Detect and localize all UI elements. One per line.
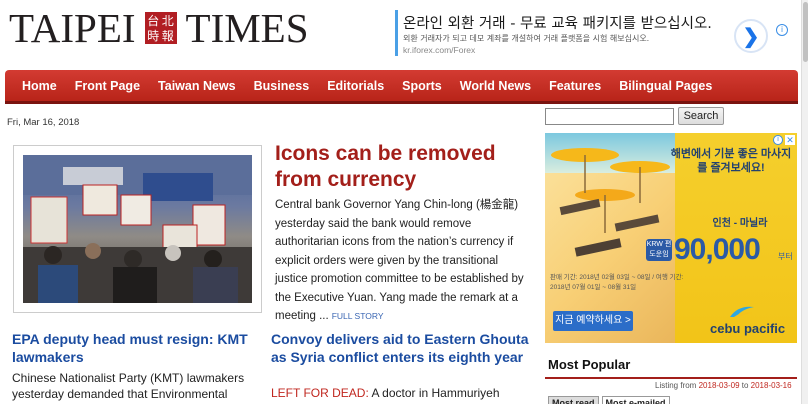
logo-seal-char: 時: [147, 29, 160, 43]
nav-item-business[interactable]: Business: [245, 79, 319, 93]
story-summary-text: A doctor in Hammuriyeh: [368, 386, 500, 400]
lead-photo[interactable]: [13, 145, 262, 313]
nav-item-bilingual-pages[interactable]: Bilingual Pages: [610, 79, 721, 93]
nav-divider: [5, 101, 798, 104]
logo-seal-char: 報: [161, 29, 174, 43]
listing-prefix: Listing from: [655, 381, 697, 390]
edition-date: Fri, Mar 16, 2018: [7, 117, 80, 128]
logo-seal: 台 北 時 報: [144, 12, 177, 44]
ad-title[interactable]: 온라인 외환 거래 - 무료 교육 패키지를 받으십시오.: [403, 12, 712, 33]
lead-headline[interactable]: Icons can be removed from currency: [275, 141, 535, 193]
nav-item-taiwan-news[interactable]: Taiwan News: [149, 79, 245, 93]
story-summary-syria: LEFT FOR DEAD: A doctor in Hammuriyeh: [271, 385, 531, 401]
logo-left-word: TAIPEI: [9, 5, 136, 51]
ad-accent-bar: [395, 10, 398, 56]
nav-item-home[interactable]: Home: [5, 79, 66, 93]
ad-book-button[interactable]: 지금 예약하세요 >: [553, 311, 633, 331]
ad-price: 90,000: [674, 233, 761, 266]
most-popular-divider: [545, 377, 797, 379]
tab-most-read[interactable]: Most read: [548, 396, 599, 404]
ad-info-icon[interactable]: i: [773, 135, 783, 145]
masthead: TAIPEI 台 北 時 報 TIMES 온라인 외환 거래 - 무료 교육 패…: [0, 0, 808, 66]
airline-logo-icon: [730, 306, 754, 317]
nav-item-features[interactable]: Features: [540, 79, 610, 93]
logo-right-word: TIMES: [185, 5, 309, 51]
ad-url[interactable]: kr.iforex.com/Forex: [403, 45, 475, 55]
full-story-link[interactable]: FULL STORY: [329, 311, 384, 321]
listing-to-word: to: [741, 381, 749, 390]
ad-headline: 해변에서 기분 좋은 마사지를 즐겨보세요!: [670, 148, 792, 174]
most-popular-title: Most Popular: [548, 357, 631, 372]
scrollbar-thumb[interactable]: [803, 2, 808, 62]
ad-brand: cebu pacific: [710, 321, 786, 336]
info-icon[interactable]: i: [776, 24, 788, 36]
ad-price-unit: 부터: [778, 252, 793, 261]
story-kicker: LEFT FOR DEAD:: [271, 386, 369, 400]
story-headline-syria[interactable]: Convoy delivers aid to Eastern Ghouta as…: [271, 330, 531, 366]
side-ad[interactable]: i ✕ 해변에서 기분 좋은 마사지를 즐겨보세요! 인천 - 마닐라 KRW …: [545, 133, 797, 343]
nav-item-front-page[interactable]: Front Page: [66, 79, 149, 93]
lead-summary: Central bank Governor Yang Chin-long (楊金…: [275, 196, 531, 326]
lead-summary-text: Central bank Governor Yang Chin-long (楊金…: [275, 199, 524, 322]
chevron-right-icon[interactable]: ❯: [734, 19, 768, 53]
nav-item-sports[interactable]: Sports: [393, 79, 451, 93]
logo-seal-char: 北: [161, 14, 174, 28]
ad-route: 인천 - 마닐라: [712, 218, 768, 229]
lead-photo-image: [23, 155, 252, 303]
ad-description: 외환 거래자가 되고 데모 계좌를 개설하여 거래 플랫폼을 시험 해보십시오.: [403, 34, 650, 43]
listing-to-date: 2018-03-16: [750, 381, 792, 390]
tab-most-emailed[interactable]: Most e-mailed: [601, 396, 670, 404]
listing-from-date: 2018-03-09: [698, 381, 740, 390]
nav-item-editorials[interactable]: Editorials: [318, 79, 393, 93]
logo-seal-char: 台: [147, 14, 160, 28]
site-logo[interactable]: TAIPEI 台 北 時 報 TIMES: [9, 6, 309, 50]
nav-item-world-news[interactable]: World News: [451, 79, 540, 93]
story-headline-epa[interactable]: EPA deputy head must resign: KMT lawmake…: [12, 330, 262, 366]
search-input[interactable]: [545, 108, 674, 125]
ad-dates: 판매 기간: 2018년 02월 03일 ~ 08일 / 여행 기간: 2018…: [550, 274, 684, 291]
protest-photo-illustration: [23, 155, 252, 303]
ad-banner[interactable]: 온라인 외환 거래 - 무료 교육 패키지를 받으십시오. 외환 거래자가 되고…: [395, 10, 800, 62]
most-popular-tabs: Most read Most e-mailed: [548, 396, 670, 404]
ad-close-icon[interactable]: ✕: [785, 135, 795, 145]
story-summary-epa: Chinese Nationalist Party (KMT) lawmaker…: [12, 371, 245, 401]
most-popular-listing: Listing from 2018-03-09 to 2018-03-16: [655, 381, 792, 390]
search-button[interactable]: Search: [678, 107, 724, 125]
page-scrollbar[interactable]: [801, 0, 808, 404]
ad-fare-badge: KRW 편도운임: [646, 239, 672, 261]
main-nav: Home Front Page Taiwan News Business Edi…: [5, 70, 798, 101]
